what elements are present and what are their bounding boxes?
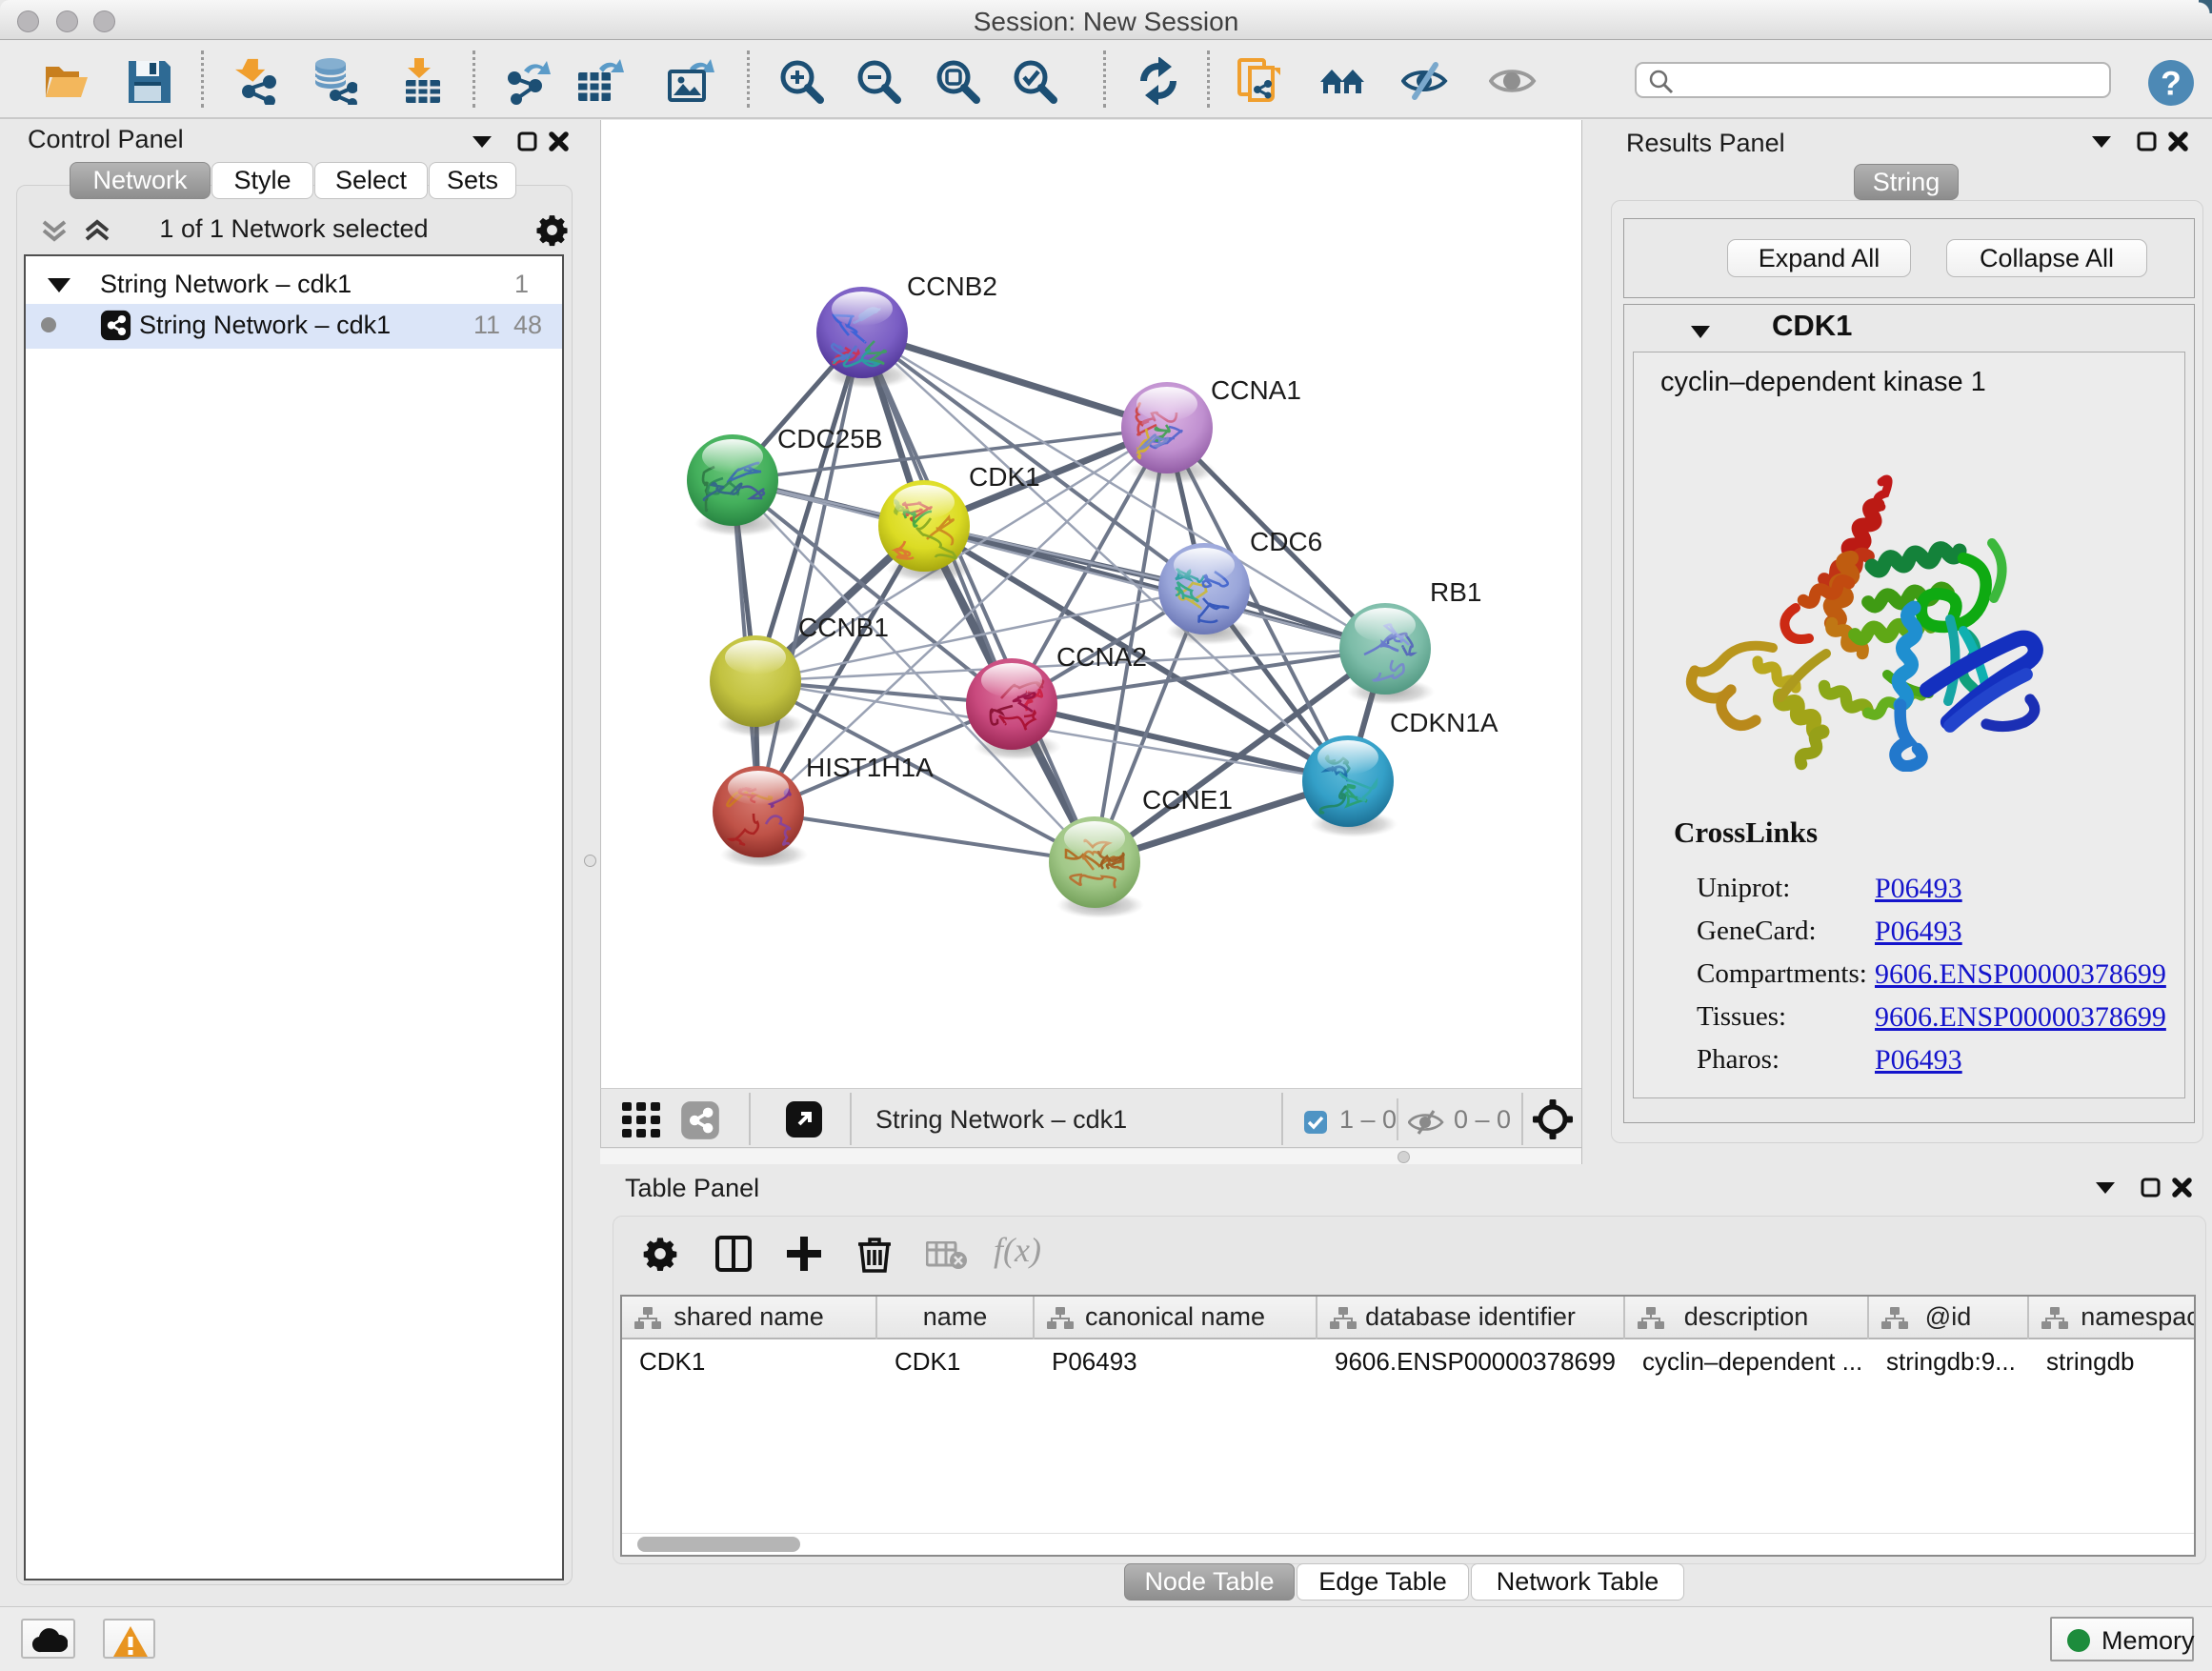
svg-text:CDC25B: CDC25B — [777, 424, 882, 453]
svg-text:CCNE1: CCNE1 — [1142, 785, 1233, 815]
svg-text:CDC6: CDC6 — [1250, 527, 1322, 556]
svg-text:HIST1H1A: HIST1H1A — [806, 753, 934, 782]
svg-text:CCNB1: CCNB1 — [798, 613, 889, 642]
svg-text:RB1: RB1 — [1430, 577, 1481, 607]
svg-text:CCNA2: CCNA2 — [1056, 642, 1147, 672]
svg-text:?: ? — [2161, 65, 2182, 103]
svg-text:CDK1: CDK1 — [969, 462, 1040, 492]
svg-text:CDKN1A: CDKN1A — [1390, 708, 1498, 737]
svg-text:CCNA1: CCNA1 — [1211, 375, 1301, 405]
svg-text:CCNB2: CCNB2 — [907, 272, 997, 301]
